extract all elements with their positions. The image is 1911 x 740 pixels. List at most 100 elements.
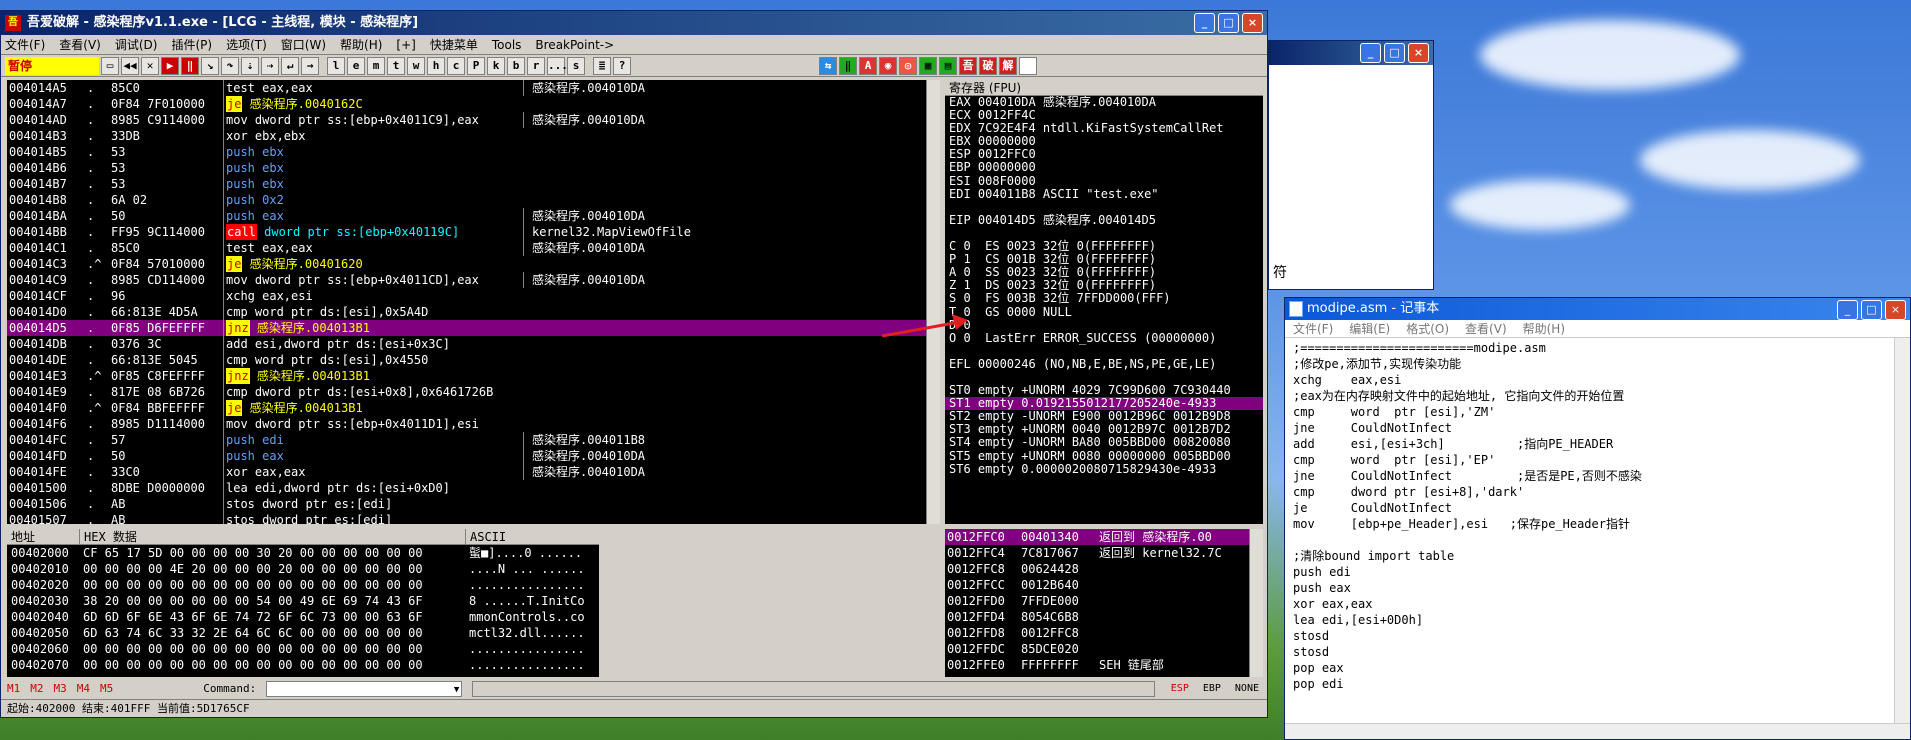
notepad-menu-item[interactable]: 文件(F) <box>1293 321 1333 337</box>
disasm-row[interactable]: 004014AD. 8985 C9114000 mov dword ptr ss:[… <box>7 112 926 128</box>
plugin-icon[interactable]: 破 <box>979 56 997 75</box>
menu-item[interactable]: Tools <box>492 37 522 53</box>
command-input[interactable]: ▼ <box>266 681 463 698</box>
disasm-row[interactable]: 004014DE. 66:813E 5045 cmp word ptr ds:[es… <box>7 352 926 368</box>
stack-row[interactable]: 0012FFDC 85DCE020 <box>945 641 1249 657</box>
disasm-row[interactable]: 004014BA. 50 push eax 感染程序.004010DA <box>7 208 926 224</box>
dump-panel[interactable]: 地址 HEX 数据 ASCII 00402000 CF 65 17 5D 00 0… <box>7 529 599 677</box>
execute-till-return-icon[interactable]: ↵ <box>281 56 299 75</box>
stack-row[interactable]: 0012FFD8 0012FFC8 <box>945 625 1249 641</box>
window-button[interactable]: l <box>327 56 345 75</box>
memory-tab[interactable]: M1 <box>7 681 20 697</box>
menu-item[interactable]: 文件(F) <box>5 37 45 53</box>
menu-item[interactable]: [+] <box>396 37 415 53</box>
window-button[interactable]: s <box>567 56 585 75</box>
window-button[interactable]: h <box>427 56 445 75</box>
minimize-icon[interactable]: _ <box>1194 13 1215 33</box>
notepad-menu-item[interactable]: 帮助(H) <box>1523 321 1565 337</box>
register-row[interactable]: S 0 FS 003B 32位 7FFDD000(FFF) <box>945 292 1263 305</box>
register-row[interactable] <box>945 201 1263 214</box>
window-button[interactable]: e <box>347 56 365 75</box>
open-icon[interactable]: ▭ <box>101 56 119 75</box>
disasm-row[interactable]: 00401507. AB stos dword ptr es:[edi] <box>7 512 926 524</box>
disasm-row[interactable]: 004014D0. 66:813E 4D5A cmp word ptr ds:[es… <box>7 304 926 320</box>
close-icon[interactable]: × <box>1885 300 1906 320</box>
step-into-icon[interactable]: ↘ <box>201 56 219 75</box>
disasm-row[interactable]: 004014FD. 50 push eax 感染程序.004010DA <box>7 448 926 464</box>
register-row[interactable]: EFL 00000246 (NO,NB,E,BE,NS,PE,GE,LE) <box>945 357 1263 371</box>
step-over-icon[interactable]: ↷ <box>221 56 239 75</box>
close-icon[interactable]: × <box>1242 13 1263 33</box>
dump-row[interactable]: 00402000 CF 65 17 5D 00 00 00 00 30 20 00… <box>7 545 599 561</box>
restart-icon[interactable]: ◀◀ <box>121 56 139 75</box>
disasm-row[interactable]: 004014C9. 8985 CD114000 mov dword ptr ss:[… <box>7 272 926 288</box>
pause-icon[interactable]: ‖ <box>181 56 199 75</box>
notepad-menu-item[interactable]: 格式(O) <box>1406 321 1449 337</box>
register-row[interactable]: EBP 00000000 <box>945 161 1263 174</box>
dump-row[interactable]: 00402070 00 00 00 00 00 00 00 00 00 00 00… <box>7 657 599 673</box>
minimize-icon[interactable]: _ <box>1837 300 1858 320</box>
stack-row[interactable]: 0012FFC0 00401340 返回到 感染程序.00 <box>945 529 1249 545</box>
disasm-row[interactable]: 00401506. AB stos dword ptr es:[edi] <box>7 496 926 512</box>
disasm-row[interactable]: 004014A7. 0F84 7F010000 je 感染程序.0040162C <box>7 96 926 112</box>
window-button[interactable]: t <box>387 56 405 75</box>
plugin-icon[interactable]: ▦ <box>919 56 937 75</box>
chevron-down-icon[interactable]: ▼ <box>454 682 459 698</box>
memory-tab[interactable]: M2 <box>30 681 43 697</box>
menu-item[interactable]: 帮助(H) <box>340 37 382 53</box>
window-button[interactable]: ... <box>547 56 568 75</box>
minimize-icon[interactable]: _ <box>1360 43 1381 63</box>
disasm-row[interactable]: 004014C3 .^ 0F84 57010000 je 感染程序.00401620 <box>7 256 926 272</box>
notepad-menu-item[interactable]: 编辑(E) <box>1349 321 1390 337</box>
disasm-row[interactable]: 004014A5. 85C0 test eax,eax 感染程序.004010DA <box>7 80 926 96</box>
window-button[interactable]: r <box>527 56 545 75</box>
register-row[interactable]: ST4 empty -UNORM BA80 005BBD00 00820080 <box>945 436 1263 449</box>
notepad-menu-item[interactable]: 查看(V) <box>1465 321 1507 337</box>
stack-row[interactable]: 0012FFC4 7C817067 返回到 kernel32.7C <box>945 545 1249 561</box>
maximize-icon[interactable]: □ <box>1861 300 1882 320</box>
window-button[interactable]: m <box>367 56 385 75</box>
disasm-row[interactable]: 004014F6. 8985 D1114000 mov dword ptr ss:[… <box>7 416 926 432</box>
disasm-row[interactable]: 004014C1. 85C0 test eax,eax 感染程序.004010DA <box>7 240 926 256</box>
goto-icon[interactable]: → <box>301 56 319 75</box>
register-row[interactable]: D 0 <box>945 318 1263 332</box>
memory-tab[interactable]: M4 <box>77 681 90 697</box>
run-icon[interactable]: ▶ <box>161 56 179 75</box>
plugin-icon[interactable]: ▤ <box>939 56 957 75</box>
notepad-hscrollbar[interactable] <box>1285 723 1910 739</box>
disasm-row[interactable]: 004014B5. 53 push ebx <box>7 144 926 160</box>
window-button[interactable]: c <box>447 56 465 75</box>
menu-item[interactable]: 调试(D) <box>115 37 158 53</box>
menu-item[interactable]: BreakPoint-> <box>535 37 614 53</box>
dump-row[interactable]: 00402050 6D 63 74 6C 33 32 2E 64 6C 6C 00… <box>7 625 599 641</box>
disassembly-panel[interactable]: 004014A5. 85C0 test eax,eax 感染程序.004010DA 00… <box>7 80 926 524</box>
plugin-icon[interactable]: 解 <box>999 56 1017 75</box>
stack-row[interactable]: 0012FFCC 0012B640 <box>945 577 1249 593</box>
disasm-row[interactable]: 004014F0 .^ 0F84 BBFEFFFF je 感染程序.004013B1 <box>7 400 926 416</box>
stack-row[interactable]: 0012FFD0 7FFDE000 <box>945 593 1249 609</box>
menu-item[interactable]: 窗口(W) <box>281 37 326 53</box>
disasm-row[interactable]: 004014E3 .^ 0F85 C8FEFFFF jnz 感染程序.004013B1 <box>7 368 926 384</box>
plugin-icon[interactable]: ‖ <box>839 56 857 75</box>
stack-mode-button[interactable]: ESP <box>1171 681 1189 697</box>
register-row[interactable]: T 0 GS 0000 NULL <box>945 305 1263 319</box>
stack-panel[interactable]: 0012FFC0 00401340 返回到 感染程序.00 0012FFC4 7C817… <box>945 529 1249 677</box>
maximize-icon[interactable]: □ <box>1218 13 1239 33</box>
trace-into-icon[interactable]: ⇣ <box>241 56 259 75</box>
stack-mode-button[interactable]: NONE <box>1235 681 1259 697</box>
plugin-icon[interactable]: 吾 <box>959 56 977 75</box>
plugin-icon[interactable]: ◎ <box>899 56 917 75</box>
menu-item[interactable]: 查看(V) <box>59 37 101 53</box>
stack-row[interactable]: 0012FFE0 FFFFFFFF SEH 链尾部 <box>945 657 1249 673</box>
disasm-row[interactable]: 004014E9. 817E 08 6B726 cmp dword ptr ds:[… <box>7 384 926 400</box>
window-button[interactable]: P <box>467 56 485 75</box>
disasm-row[interactable]: 004014FC. 57 push edi 感染程序.004011B8 <box>7 432 926 448</box>
stack-row[interactable]: 0012FFD4 8054C6B8 <box>945 609 1249 625</box>
disasm-row[interactable]: 004014DB. 0376 3C add esi,dword ptr ds:[es… <box>7 336 926 352</box>
dump-row[interactable]: 00402010 00 00 00 00 4E 20 00 00 00 20 00… <box>7 561 599 577</box>
maximize-icon[interactable]: □ <box>1384 43 1405 63</box>
dump-row[interactable]: 00402030 38 20 00 00 00 00 00 00 54 00 49… <box>7 593 599 609</box>
notepad-scrollbar[interactable] <box>1894 338 1910 723</box>
plugin-icon[interactable]: ⇆ <box>819 56 837 75</box>
register-row[interactable]: O 0 LastErr ERROR_SUCCESS (00000000) <box>945 331 1263 345</box>
